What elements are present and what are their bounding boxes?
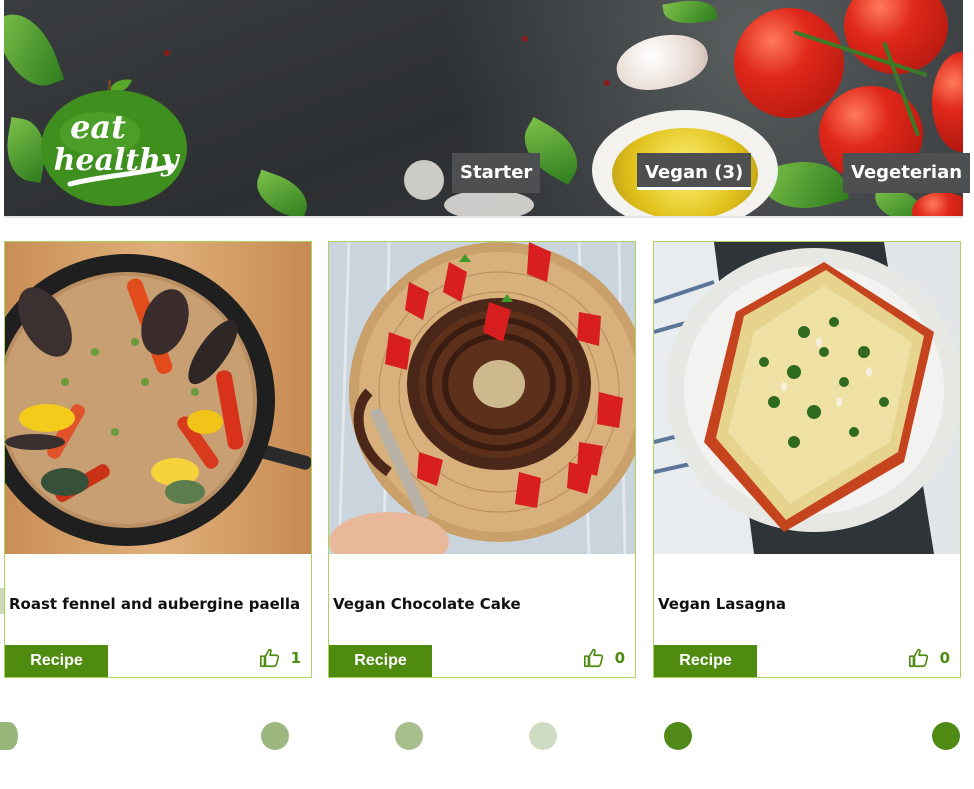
recipe-card: Roast fennel and aubergine paella Recipe…: [4, 241, 312, 678]
decorative-dot: [932, 722, 960, 750]
recipe-title[interactable]: Roast fennel and aubergine paella: [9, 595, 300, 613]
recipe-button[interactable]: Recipe: [654, 645, 757, 677]
like-control: 0: [583, 647, 625, 669]
thumbs-up-icon[interactable]: [583, 647, 605, 669]
recipe-card: Vegan Chocolate Cake Recipe 0: [328, 241, 636, 678]
peppercorn-decoration: [164, 50, 170, 56]
recipe-button[interactable]: Recipe: [329, 645, 432, 677]
tomato-decoration: [734, 8, 844, 118]
recipe-card: Vegan Lasagna Recipe 0: [653, 241, 961, 678]
nav-tab-starter[interactable]: Starter: [452, 153, 541, 193]
decorative-dot: [664, 722, 692, 750]
decorative-dot: [529, 722, 557, 750]
like-control: 0: [908, 647, 950, 669]
decorative-dot: [261, 722, 289, 750]
tomato-decoration: [912, 192, 963, 216]
basil-leaf-decoration: [662, 0, 718, 29]
salt-pile-decoration: [404, 160, 444, 200]
recipe-button[interactable]: Recipe: [5, 645, 108, 677]
basil-leaf-decoration: [249, 169, 315, 216]
like-count: 0: [614, 649, 625, 667]
recipe-title[interactable]: Vegan Chocolate Cake: [333, 595, 521, 613]
eat-healthy-logo[interactable]: eat healthy: [40, 76, 190, 206]
garlic-clove-decoration: [611, 27, 713, 97]
like-count: 1: [290, 649, 301, 667]
decorative-dot: [395, 722, 423, 750]
decorative-dot: [0, 722, 18, 750]
logo-leaf-icon: [110, 79, 132, 92]
lasagna-plate-photo[interactable]: [654, 242, 960, 554]
chocolate-bundt-cake-photo[interactable]: [329, 242, 635, 554]
salt-pile-decoration: [444, 190, 534, 216]
thumbs-up-icon[interactable]: [908, 647, 930, 669]
peppercorn-decoration: [522, 36, 528, 42]
logo-text-eat: eat: [70, 108, 126, 146]
paella-pan-photo[interactable]: [5, 242, 311, 554]
peppercorn-decoration: [604, 80, 610, 86]
nav-tab-vegeterian[interactable]: Vegeterian: [843, 153, 971, 193]
nav-tab-vegan[interactable]: Vegan (3): [637, 153, 752, 190]
recipe-title[interactable]: Vegan Lasagna: [658, 595, 786, 613]
banner-divider: [4, 216, 963, 218]
thumbs-up-icon[interactable]: [259, 647, 281, 669]
logo-text-healthy: healthy: [54, 143, 181, 178]
like-count: 0: [939, 649, 950, 667]
like-control: 1: [259, 647, 301, 669]
tomato-decoration: [932, 52, 963, 152]
